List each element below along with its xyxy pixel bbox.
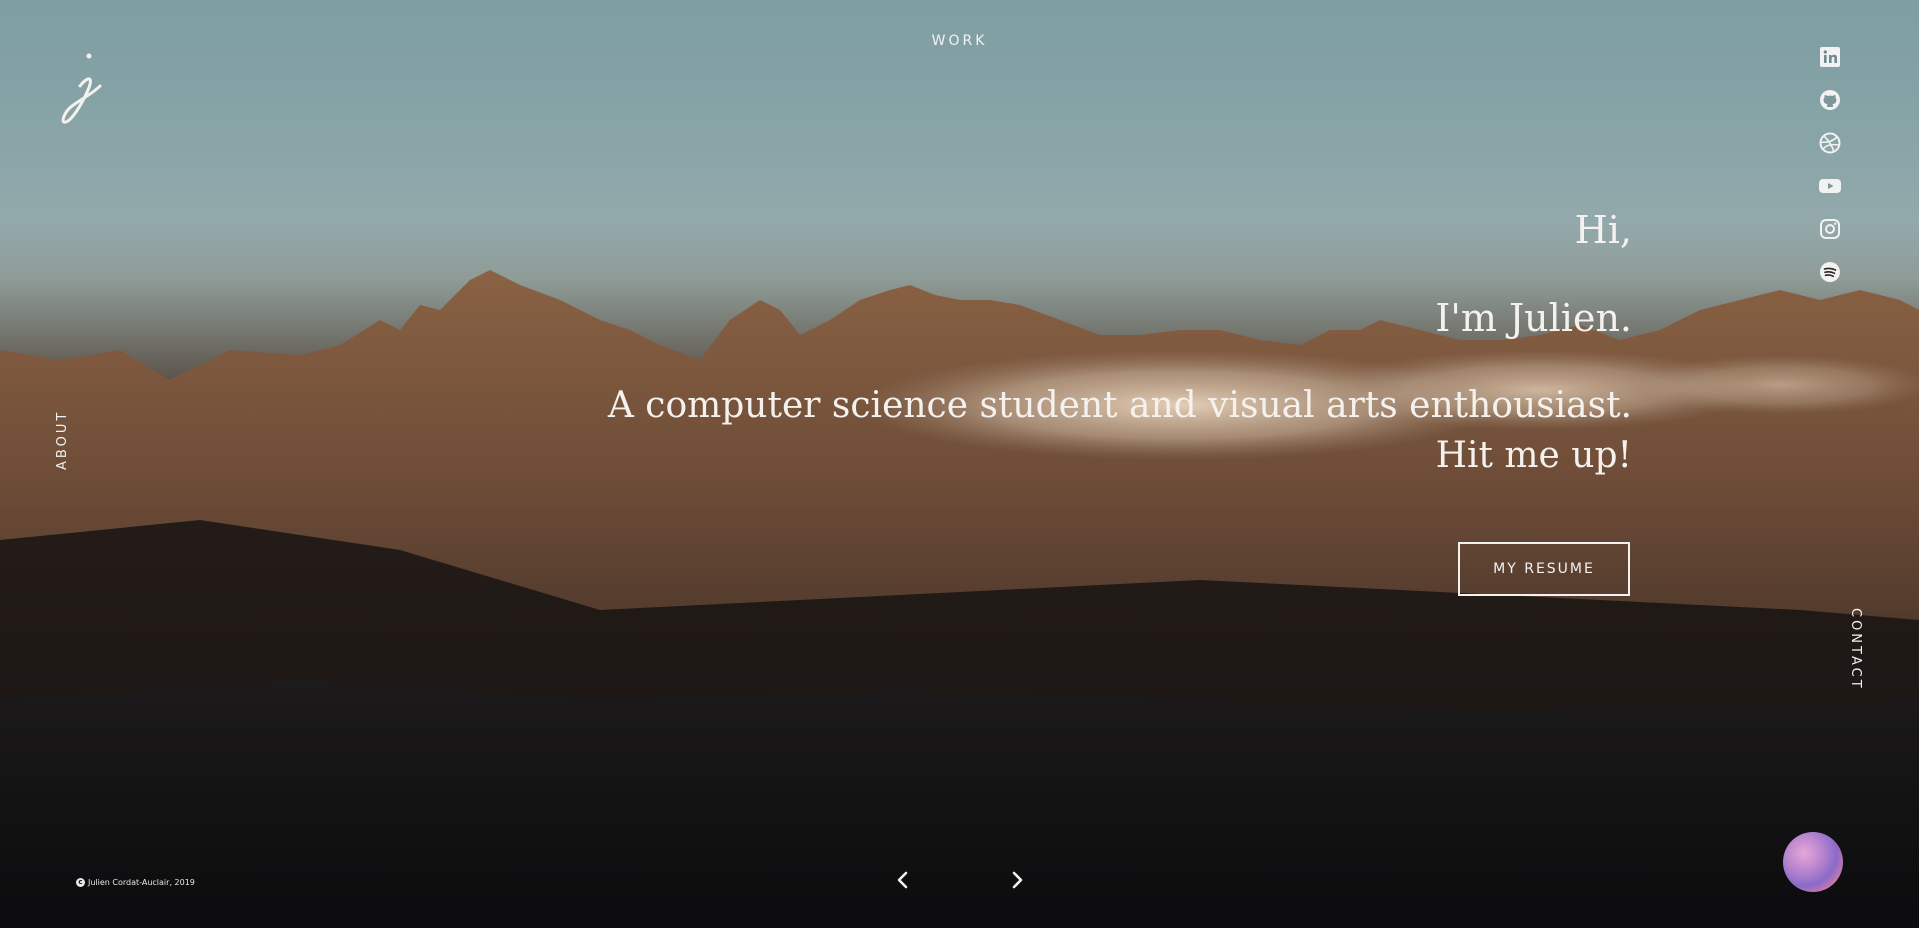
- dribbble-icon[interactable]: [1818, 131, 1842, 155]
- chevron-right-icon[interactable]: [1007, 870, 1027, 890]
- hero-name: I'm Julien.: [1435, 296, 1632, 340]
- nav-about-link[interactable]: ABOUT: [55, 400, 75, 470]
- hero-tagline-line2: Hit me up!: [1435, 435, 1632, 476]
- hero-tagline-line1: A computer science student and visual ar…: [607, 385, 1632, 426]
- github-icon[interactable]: [1818, 88, 1842, 112]
- copyright: c Julien Cordat-Auclair, 2019: [76, 878, 195, 887]
- youtube-icon[interactable]: [1818, 174, 1842, 198]
- linkedin-icon[interactable]: [1818, 45, 1842, 69]
- landing-page: WORK ABOUT CONTACT Hi, I'm Julien. A com…: [0, 0, 1919, 928]
- copyright-icon: c: [76, 878, 85, 887]
- logo-icon[interactable]: [58, 48, 106, 128]
- spotify-icon[interactable]: [1818, 260, 1842, 284]
- hero-greeting: Hi,: [1574, 208, 1632, 252]
- social-links: [1818, 45, 1842, 303]
- chevron-left-icon[interactable]: [893, 870, 913, 890]
- nav-work-link[interactable]: WORK: [0, 33, 1919, 49]
- copyright-text: Julien Cordat-Auclair, 2019: [88, 878, 195, 887]
- resume-button[interactable]: MY RESUME: [1458, 542, 1630, 596]
- orb-widget[interactable]: [1783, 832, 1843, 892]
- nav-contact-link[interactable]: CONTACT: [1843, 608, 1863, 708]
- instagram-icon[interactable]: [1818, 217, 1842, 241]
- hero-intro: Hi, I'm Julien. A computer science stude…: [532, 205, 1632, 481]
